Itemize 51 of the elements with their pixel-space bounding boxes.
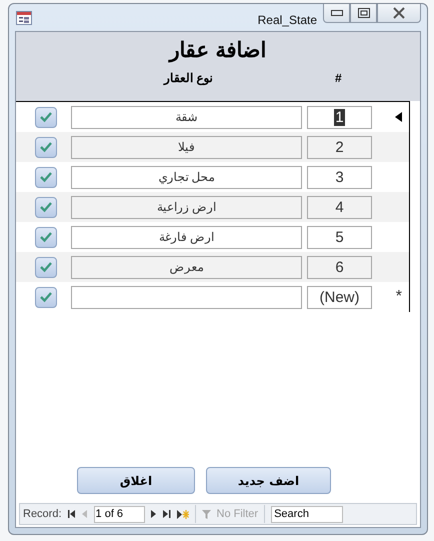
restore-button[interactable] bbox=[350, 4, 377, 23]
close-icon bbox=[392, 7, 406, 19]
check-icon bbox=[39, 261, 53, 273]
check-icon bbox=[39, 291, 53, 303]
text-field[interactable]: شقة bbox=[71, 106, 302, 128]
record-pointer-icon bbox=[395, 112, 402, 122]
minimize-button[interactable] bbox=[323, 4, 350, 23]
checkbox[interactable] bbox=[35, 196, 57, 218]
number-field[interactable]: 5 bbox=[307, 226, 372, 248]
check-icon bbox=[39, 171, 53, 183]
minimize-icon bbox=[330, 10, 342, 16]
checkbox[interactable] bbox=[35, 106, 57, 128]
check-icon bbox=[39, 201, 53, 213]
number-field[interactable]: 6 bbox=[307, 256, 372, 278]
close-button[interactable] bbox=[377, 4, 421, 23]
checkbox[interactable] bbox=[35, 286, 57, 308]
column-header: # bbox=[335, 71, 342, 85]
text-field[interactable]: ارض زراعية bbox=[71, 196, 302, 218]
last-record-icon[interactable] bbox=[162, 510, 171, 518]
text-field[interactable]: فيلا bbox=[71, 136, 302, 158]
new-record-marker: * bbox=[396, 288, 402, 306]
form-title: اضافة عقار bbox=[167, 38, 268, 63]
text-field[interactable]: محل تجاري bbox=[71, 166, 302, 188]
number-field[interactable]: 2 bbox=[307, 136, 372, 158]
text-field[interactable]: ارض فارغة bbox=[71, 226, 302, 248]
search-field[interactable]: Search bbox=[271, 506, 344, 522]
number-field[interactable]: (New) bbox=[307, 286, 372, 308]
form-button[interactable]: اغلاق bbox=[77, 467, 195, 494]
form-button[interactable]: اضف جديد bbox=[206, 467, 331, 494]
check-icon bbox=[39, 231, 53, 243]
filter-icon[interactable] bbox=[202, 510, 211, 518]
checkbox[interactable] bbox=[35, 136, 57, 158]
form-icon bbox=[16, 10, 32, 24]
next-record-icon[interactable] bbox=[150, 510, 157, 518]
checkbox[interactable] bbox=[35, 226, 57, 248]
new-record-icon[interactable] bbox=[176, 510, 189, 518]
column-header: نوع العقار bbox=[164, 71, 212, 85]
restore-icon bbox=[358, 8, 370, 18]
number-field[interactable]: 4 bbox=[307, 196, 372, 218]
first-record-icon[interactable] bbox=[68, 510, 76, 518]
number-field[interactable]: 3 bbox=[307, 166, 372, 188]
record-position-field[interactable]: 1 of 6 bbox=[94, 506, 145, 522]
checkbox[interactable] bbox=[35, 166, 57, 188]
text-field[interactable]: معرض bbox=[71, 256, 302, 278]
check-icon bbox=[39, 111, 53, 123]
window-title: Real_State bbox=[258, 13, 317, 27]
text-field[interactable] bbox=[71, 286, 302, 308]
check-icon bbox=[39, 141, 53, 153]
checkbox[interactable] bbox=[35, 256, 57, 278]
record-label: Record: bbox=[23, 508, 62, 520]
number-field[interactable]: 1 bbox=[307, 106, 372, 128]
